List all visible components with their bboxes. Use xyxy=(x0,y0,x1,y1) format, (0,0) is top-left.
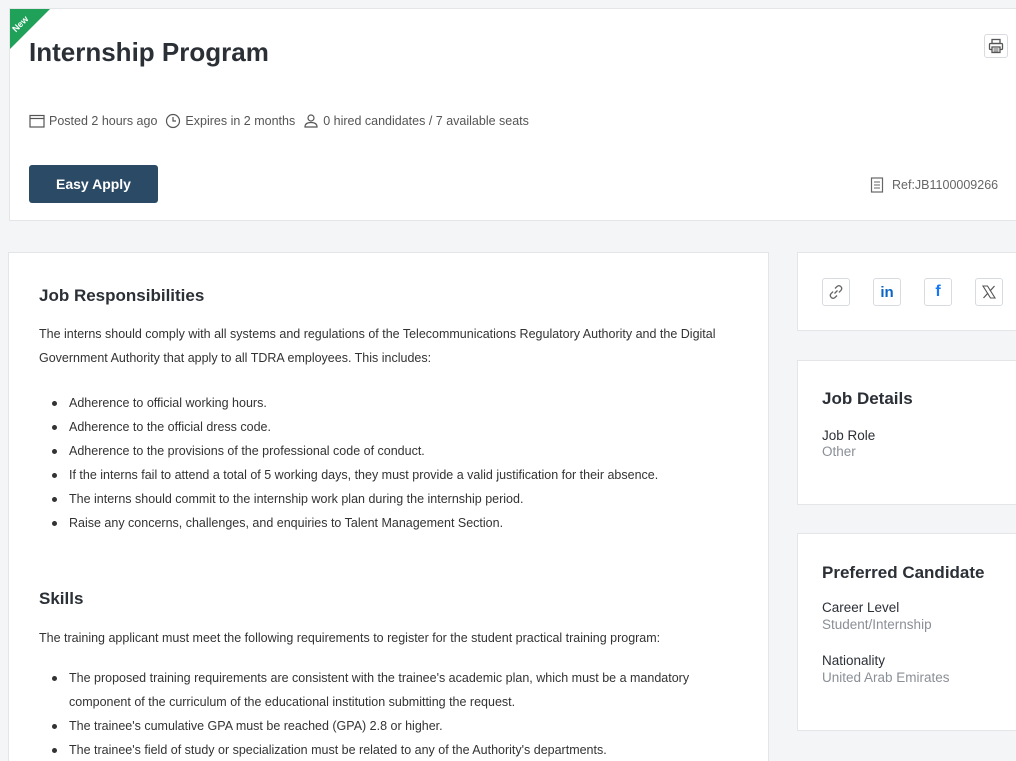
job-meta-row: Posted 2 hours ago Expires in 2 months 0… xyxy=(29,113,537,129)
user-icon xyxy=(304,114,318,128)
list-item: Adherence to official working hours. xyxy=(39,391,739,415)
list-item: The interns should commit to the interns… xyxy=(39,487,739,511)
list-item: If the interns fail to attend a total of… xyxy=(39,463,739,487)
job-details-card: Job Details Job Role Other xyxy=(797,360,1016,505)
skills-list: The proposed training requirements are c… xyxy=(39,666,739,761)
reference-text: Ref:JB1100009266 xyxy=(892,178,999,192)
nationality-label: Nationality xyxy=(822,653,886,668)
easy-apply-button[interactable]: Easy Apply xyxy=(29,165,158,203)
list-item: The proposed training requirements are c… xyxy=(39,666,739,714)
clock-icon xyxy=(166,113,181,129)
job-description-card: Job Responsibilities The interns should … xyxy=(8,252,769,761)
posted-meta: Posted 2 hours ago xyxy=(29,114,157,128)
career-level-value: Student/Internship xyxy=(822,617,932,632)
responsibilities-list: Adherence to official working hours. Adh… xyxy=(39,391,739,535)
posted-text: Posted 2 hours ago xyxy=(49,114,158,128)
list-item: The trainee's cumulative GPA must be rea… xyxy=(39,714,739,738)
responsibilities-heading: Job Responsibilities xyxy=(39,286,205,305)
job-role-label: Job Role xyxy=(822,428,876,443)
link-icon xyxy=(829,285,843,299)
document-icon xyxy=(870,177,884,193)
preferred-candidate-heading: Preferred Candidate xyxy=(822,563,985,582)
share-x-button[interactable] xyxy=(975,278,1003,306)
skills-intro: The training applicant must meet the fol… xyxy=(39,631,661,645)
print-button[interactable] xyxy=(984,34,1008,58)
share-facebook-button[interactable]: f xyxy=(924,278,952,306)
nationality-value: United Arab Emirates xyxy=(822,670,950,685)
job-details-heading: Job Details xyxy=(822,389,913,408)
expires-meta: Expires in 2 months xyxy=(165,113,295,129)
responsibilities-intro: The interns should comply with all syste… xyxy=(39,327,716,365)
list-item: Raise any concerns, challenges, and enqu… xyxy=(39,511,739,535)
page-title: Internship Program xyxy=(29,37,269,67)
skills-heading: Skills xyxy=(39,589,84,608)
expires-text: Expires in 2 months xyxy=(185,114,296,128)
facebook-icon: f xyxy=(935,283,941,300)
share-card: in f xyxy=(797,252,1016,331)
list-item: The trainee's field of study or speciali… xyxy=(39,738,739,761)
print-icon xyxy=(988,38,1004,54)
share-linkedin-button[interactable]: in xyxy=(873,278,901,306)
job-role-value: Other xyxy=(822,444,856,459)
list-item: Adherence to the official dress code. xyxy=(39,415,739,439)
hired-text: 0 hired candidates / 7 available seats xyxy=(323,114,529,128)
list-item: Adherence to the provisions of the profe… xyxy=(39,439,739,463)
linkedin-icon: in xyxy=(880,283,894,301)
x-icon xyxy=(982,285,996,299)
career-level-label: Career Level xyxy=(822,600,900,615)
job-reference: Ref:JB1100009266 xyxy=(870,177,998,193)
copy-link-button[interactable] xyxy=(822,278,850,306)
hired-meta: 0 hired candidates / 7 available seats xyxy=(303,113,529,129)
preferred-candidate-card: Preferred Candidate Career Level Student… xyxy=(797,533,1016,731)
job-header-card: New Internship Program Posted 2 hours ag… xyxy=(9,8,1016,221)
calendar-icon xyxy=(29,114,45,128)
